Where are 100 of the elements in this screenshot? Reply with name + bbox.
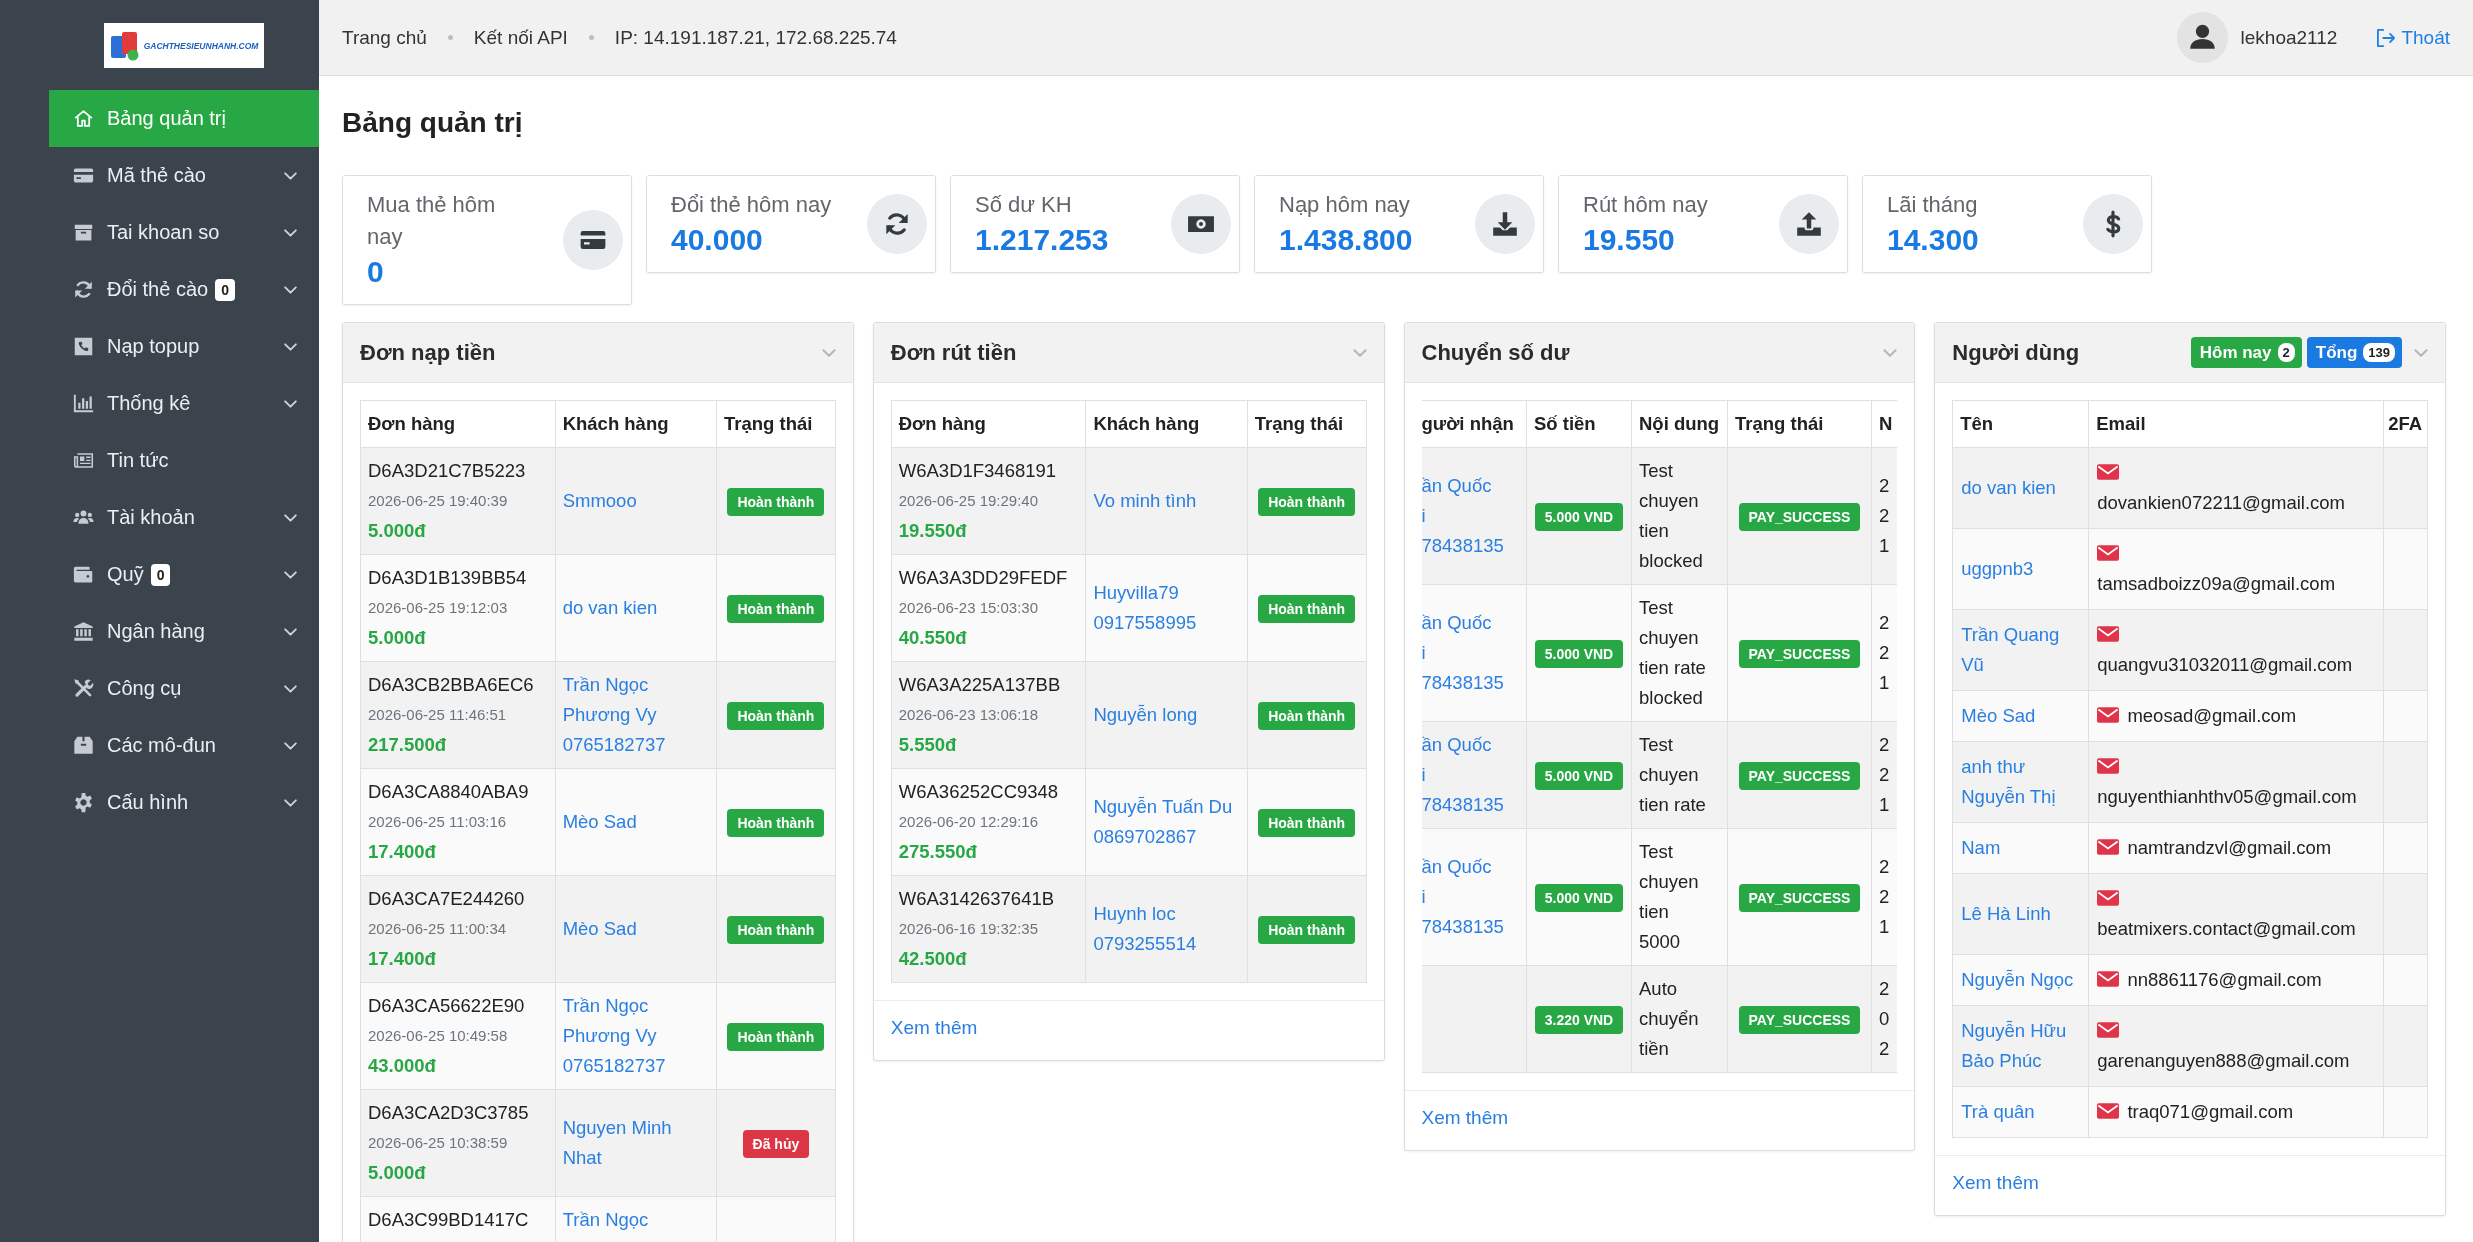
- recipient-link[interactable]: i: [1421, 638, 1426, 668]
- chevron-down-icon[interactable]: [1883, 348, 1898, 357]
- user-email: dovankien072211@gmail.com: [2097, 492, 2346, 513]
- recipient-link[interactable]: ần Quốc: [1421, 471, 1492, 501]
- view-more-link[interactable]: Xem thêm: [890, 1013, 978, 1043]
- chevron-down-icon[interactable]: [2414, 348, 2428, 357]
- customer-phone-link[interactable]: 0765182737: [562, 1051, 666, 1081]
- sidebar-item[interactable]: Tai khoan so: [49, 204, 319, 261]
- recipient-link[interactable]: 78438135: [1421, 912, 1504, 942]
- recipient-link[interactable]: 78438135: [1421, 790, 1504, 820]
- filter-badge[interactable]: Tổng 139: [2306, 337, 2402, 368]
- recipient-link[interactable]: 78438135: [1421, 531, 1504, 561]
- customer-link[interactable]: Vo minh tình: [1093, 486, 1197, 516]
- sidebar-item[interactable]: Mã thẻ cào: [49, 147, 319, 204]
- customer-phone-link[interactable]: 0869702867: [1093, 822, 1197, 852]
- sidebar-item[interactable]: Thống kê: [49, 375, 319, 432]
- recipient-link[interactable]: ần Quốc: [1421, 608, 1492, 638]
- cell-text: 1: [1879, 534, 1890, 558]
- order-id: W6A3D1F3468191: [898, 459, 1057, 483]
- stat-value: 1.438.800: [1279, 222, 1414, 258]
- nav-link[interactable]: Trang chủ: [342, 26, 427, 49]
- count-badge: 139: [2363, 343, 2395, 362]
- sidebar-item[interactable]: Tài khoản: [49, 489, 319, 546]
- logo-text: GACHTHESIEUNHANH.COM: [143, 40, 259, 51]
- nav-link[interactable]: Kết nối API: [473, 26, 568, 49]
- user-name-link[interactable]: anh thư Nguyễn Thị: [1961, 752, 2081, 812]
- customer-link[interactable]: do van kien: [562, 593, 658, 623]
- recipient-link[interactable]: ần Quốc: [1421, 730, 1492, 760]
- user-name-link[interactable]: Nguyễn Ngọc: [1961, 965, 2074, 995]
- sidebar-item[interactable]: Công cụ: [49, 660, 319, 717]
- status-badge: PAY_SUCCESS: [1738, 640, 1861, 668]
- package-icon: [72, 735, 95, 756]
- envelope-icon: [2097, 1022, 2120, 1038]
- user-name-link[interactable]: Trần Quang Vũ: [1961, 620, 2081, 680]
- sidebar-item[interactable]: Các mô-đun: [49, 717, 319, 774]
- sync-icon: [72, 279, 95, 300]
- customer-link[interactable]: Huynh loc: [1093, 899, 1176, 929]
- sidebar-item[interactable]: Quỹ 0: [49, 546, 319, 603]
- sidebar-item[interactable]: Ngân hàng: [49, 603, 319, 660]
- order-time: 2026-06-23 15:03:30: [898, 598, 1039, 618]
- customer-link[interactable]: Trần Ngọc Phương Vy: [562, 670, 710, 730]
- user-name-link[interactable]: Lê Hà Linh: [1961, 899, 2051, 929]
- stat-value: 14.300: [1887, 222, 1980, 258]
- sidebar-item[interactable]: Tin tức: [49, 432, 319, 489]
- user-name-link[interactable]: uggpnb3: [1961, 554, 2034, 584]
- column-header: Trạng thái: [1247, 400, 1366, 448]
- customer-link[interactable]: Nguyen Minh Nhat: [562, 1113, 710, 1173]
- order-amount: 43.000đ: [368, 1054, 436, 1078]
- column-header: 2FA: [2383, 400, 2428, 448]
- order-id: D6A3CB2BBA6EC6: [368, 673, 534, 697]
- box-icon: [72, 222, 95, 243]
- customer-link[interactable]: Mèo Sad: [562, 914, 637, 944]
- order-id: W6A3A3DD29FEDF: [898, 566, 1068, 590]
- customer-link[interactable]: Mèo Sad: [562, 807, 637, 837]
- recipient-link[interactable]: i: [1421, 882, 1426, 912]
- user-name[interactable]: lekhoa2112: [2240, 26, 2338, 49]
- cell-text: 1: [1879, 671, 1890, 695]
- customer-phone-link[interactable]: 0765182737: [562, 730, 666, 760]
- customer-link[interactable]: Nguyễn Tuấn Du: [1093, 792, 1233, 822]
- sidebar-item[interactable]: Bảng quản trị: [49, 90, 319, 147]
- user-avatar-icon[interactable]: [2176, 12, 2228, 63]
- order-amount: 5.000đ: [368, 519, 426, 543]
- upload-icon: [1779, 194, 1839, 254]
- user-email: meosad@gmail.com: [2127, 705, 2297, 726]
- recipient-link[interactable]: i: [1421, 760, 1426, 790]
- view-more-link[interactable]: Xem thêm: [1421, 1103, 1509, 1133]
- column-header: Số tiền: [1526, 400, 1632, 448]
- status-badge: PAY_SUCCESS: [1738, 762, 1861, 790]
- customer-link[interactable]: Smmooo: [562, 486, 637, 516]
- chevron-down-icon[interactable]: [1352, 348, 1367, 357]
- customer-link[interactable]: Huyvilla79: [1093, 578, 1179, 608]
- cell-text: 2: [1879, 641, 1890, 665]
- transfer-note: Test chuyen tien rate: [1639, 733, 1707, 817]
- user-name-link[interactable]: Mèo Sad: [1961, 701, 2036, 731]
- customer-link[interactable]: Trần Ngọc: [562, 1205, 649, 1235]
- recipient-link[interactable]: 78438135: [1421, 668, 1504, 698]
- envelope-icon: [2097, 890, 2120, 906]
- recipient-link[interactable]: i: [1421, 501, 1426, 531]
- user-name-link[interactable]: do van kien: [1961, 473, 2056, 503]
- envelope-icon: [2097, 1103, 2120, 1119]
- amount-badge: 3.220 VND: [1534, 1006, 1624, 1034]
- user-name-link[interactable]: Nguyễn Hữu Bảo Phúc: [1961, 1016, 2081, 1076]
- view-more-link[interactable]: Xem thêm: [1952, 1168, 2039, 1198]
- customer-phone-link[interactable]: 0917558995: [1093, 608, 1197, 638]
- status-badge: Hoàn thành: [727, 595, 825, 623]
- sidebar-item[interactable]: Đổi thẻ cào 0: [49, 261, 319, 318]
- sidebar-item[interactable]: Cấu hình: [49, 774, 319, 831]
- recipient-link[interactable]: ần Quốc: [1421, 852, 1492, 882]
- user-name-link[interactable]: Nam: [1961, 833, 2001, 863]
- customer-link[interactable]: Trần Ngọc Phương Vy: [562, 991, 710, 1051]
- sidebar-item[interactable]: Nạp topup: [49, 318, 319, 375]
- user-name-link[interactable]: Trà quân: [1961, 1097, 2035, 1127]
- chevron-down-icon[interactable]: [821, 348, 836, 357]
- customer-link[interactable]: Nguyễn long: [1093, 700, 1198, 730]
- filter-badge[interactable]: Hôm nay 2: [2190, 337, 2302, 368]
- amount-badge: 5.000 VND: [1534, 640, 1624, 668]
- tools-icon: [72, 678, 95, 699]
- logout-link[interactable]: Thoát: [2377, 26, 2450, 49]
- download-icon: [1475, 194, 1535, 254]
- customer-phone-link[interactable]: 0793255514: [1093, 929, 1197, 959]
